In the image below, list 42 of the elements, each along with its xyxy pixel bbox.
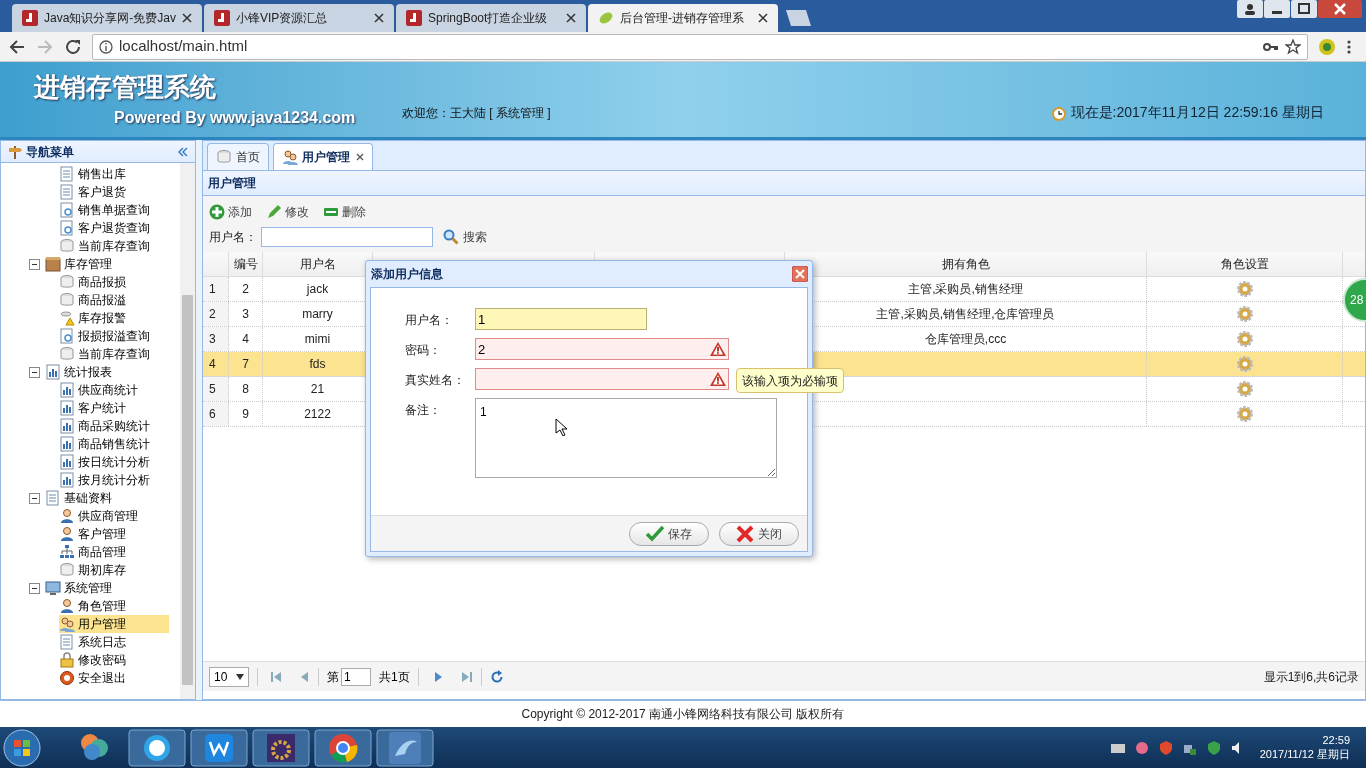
table-cell-text: 7 — [242, 356, 249, 373]
copyright-text: Copyright © 2012-2017 南通小锋网络科技有限公司 版权所有 — [521, 706, 845, 723]
panel-title: 用户管理 — [208, 175, 256, 192]
table-cell-text: 9 — [242, 406, 249, 423]
page-label: 第 — [327, 668, 339, 686]
column-header: 角色设置 — [1220, 256, 1269, 273]
current-time: 现在是:2017年11月12日 22:59:16 星期日 — [1070, 103, 1324, 122]
dialog-title: 添加用户信息 — [371, 266, 443, 283]
table-cell-text: 仓库管理员,ccc — [924, 331, 1007, 348]
search-label: 用户名： — [209, 229, 257, 246]
table-cell-text: fds — [309, 356, 326, 373]
app-subtitle: Powered By www.java1234.com — [114, 108, 356, 128]
row-number: 6 — [209, 406, 216, 423]
row-number: 3 — [209, 331, 216, 348]
table-cell-text: 2 — [242, 281, 249, 298]
table-cell-text: 3 — [242, 306, 249, 323]
welcome-text: 欢迎您：王大陆 [ 系统管理 ] — [402, 105, 551, 122]
field-label: 真实姓名： — [405, 372, 466, 389]
row-number: 4 — [209, 356, 216, 373]
table-cell-text: jack — [306, 281, 329, 298]
field-label: 备注： — [405, 402, 442, 419]
sidebar-title: 导航菜单 — [26, 143, 75, 161]
field-label: 用户名： — [405, 312, 454, 329]
app-title: 进销存管理系统 — [34, 72, 217, 102]
record-summary: 显示1到6,共6记录 — [1263, 668, 1359, 686]
table-cell-text: 主管,采购员,销售经理,仓库管理员 — [876, 306, 1055, 323]
column-header: 拥有角色 — [941, 256, 990, 273]
column-header: 编号 — [233, 256, 258, 273]
table-cell-text: 4 — [242, 331, 249, 348]
validation-tooltip: 该输入项为必输项 — [736, 368, 844, 393]
table-cell-text: 主管,采购员,销售经理 — [908, 281, 1023, 298]
table-cell-text: 2122 — [304, 406, 331, 423]
table-cell-text: 8 — [242, 381, 249, 398]
page-count: 共1页 — [379, 668, 410, 686]
row-number: 1 — [209, 281, 216, 298]
table-cell-text: 21 — [310, 381, 325, 398]
row-number: 2 — [209, 306, 216, 323]
row-number: 5 — [209, 381, 216, 398]
field-label: 密码： — [405, 342, 442, 359]
table-cell-text: marry — [302, 306, 333, 323]
column-header: 用户名 — [299, 256, 336, 273]
table-cell-text: mimi — [304, 331, 331, 348]
